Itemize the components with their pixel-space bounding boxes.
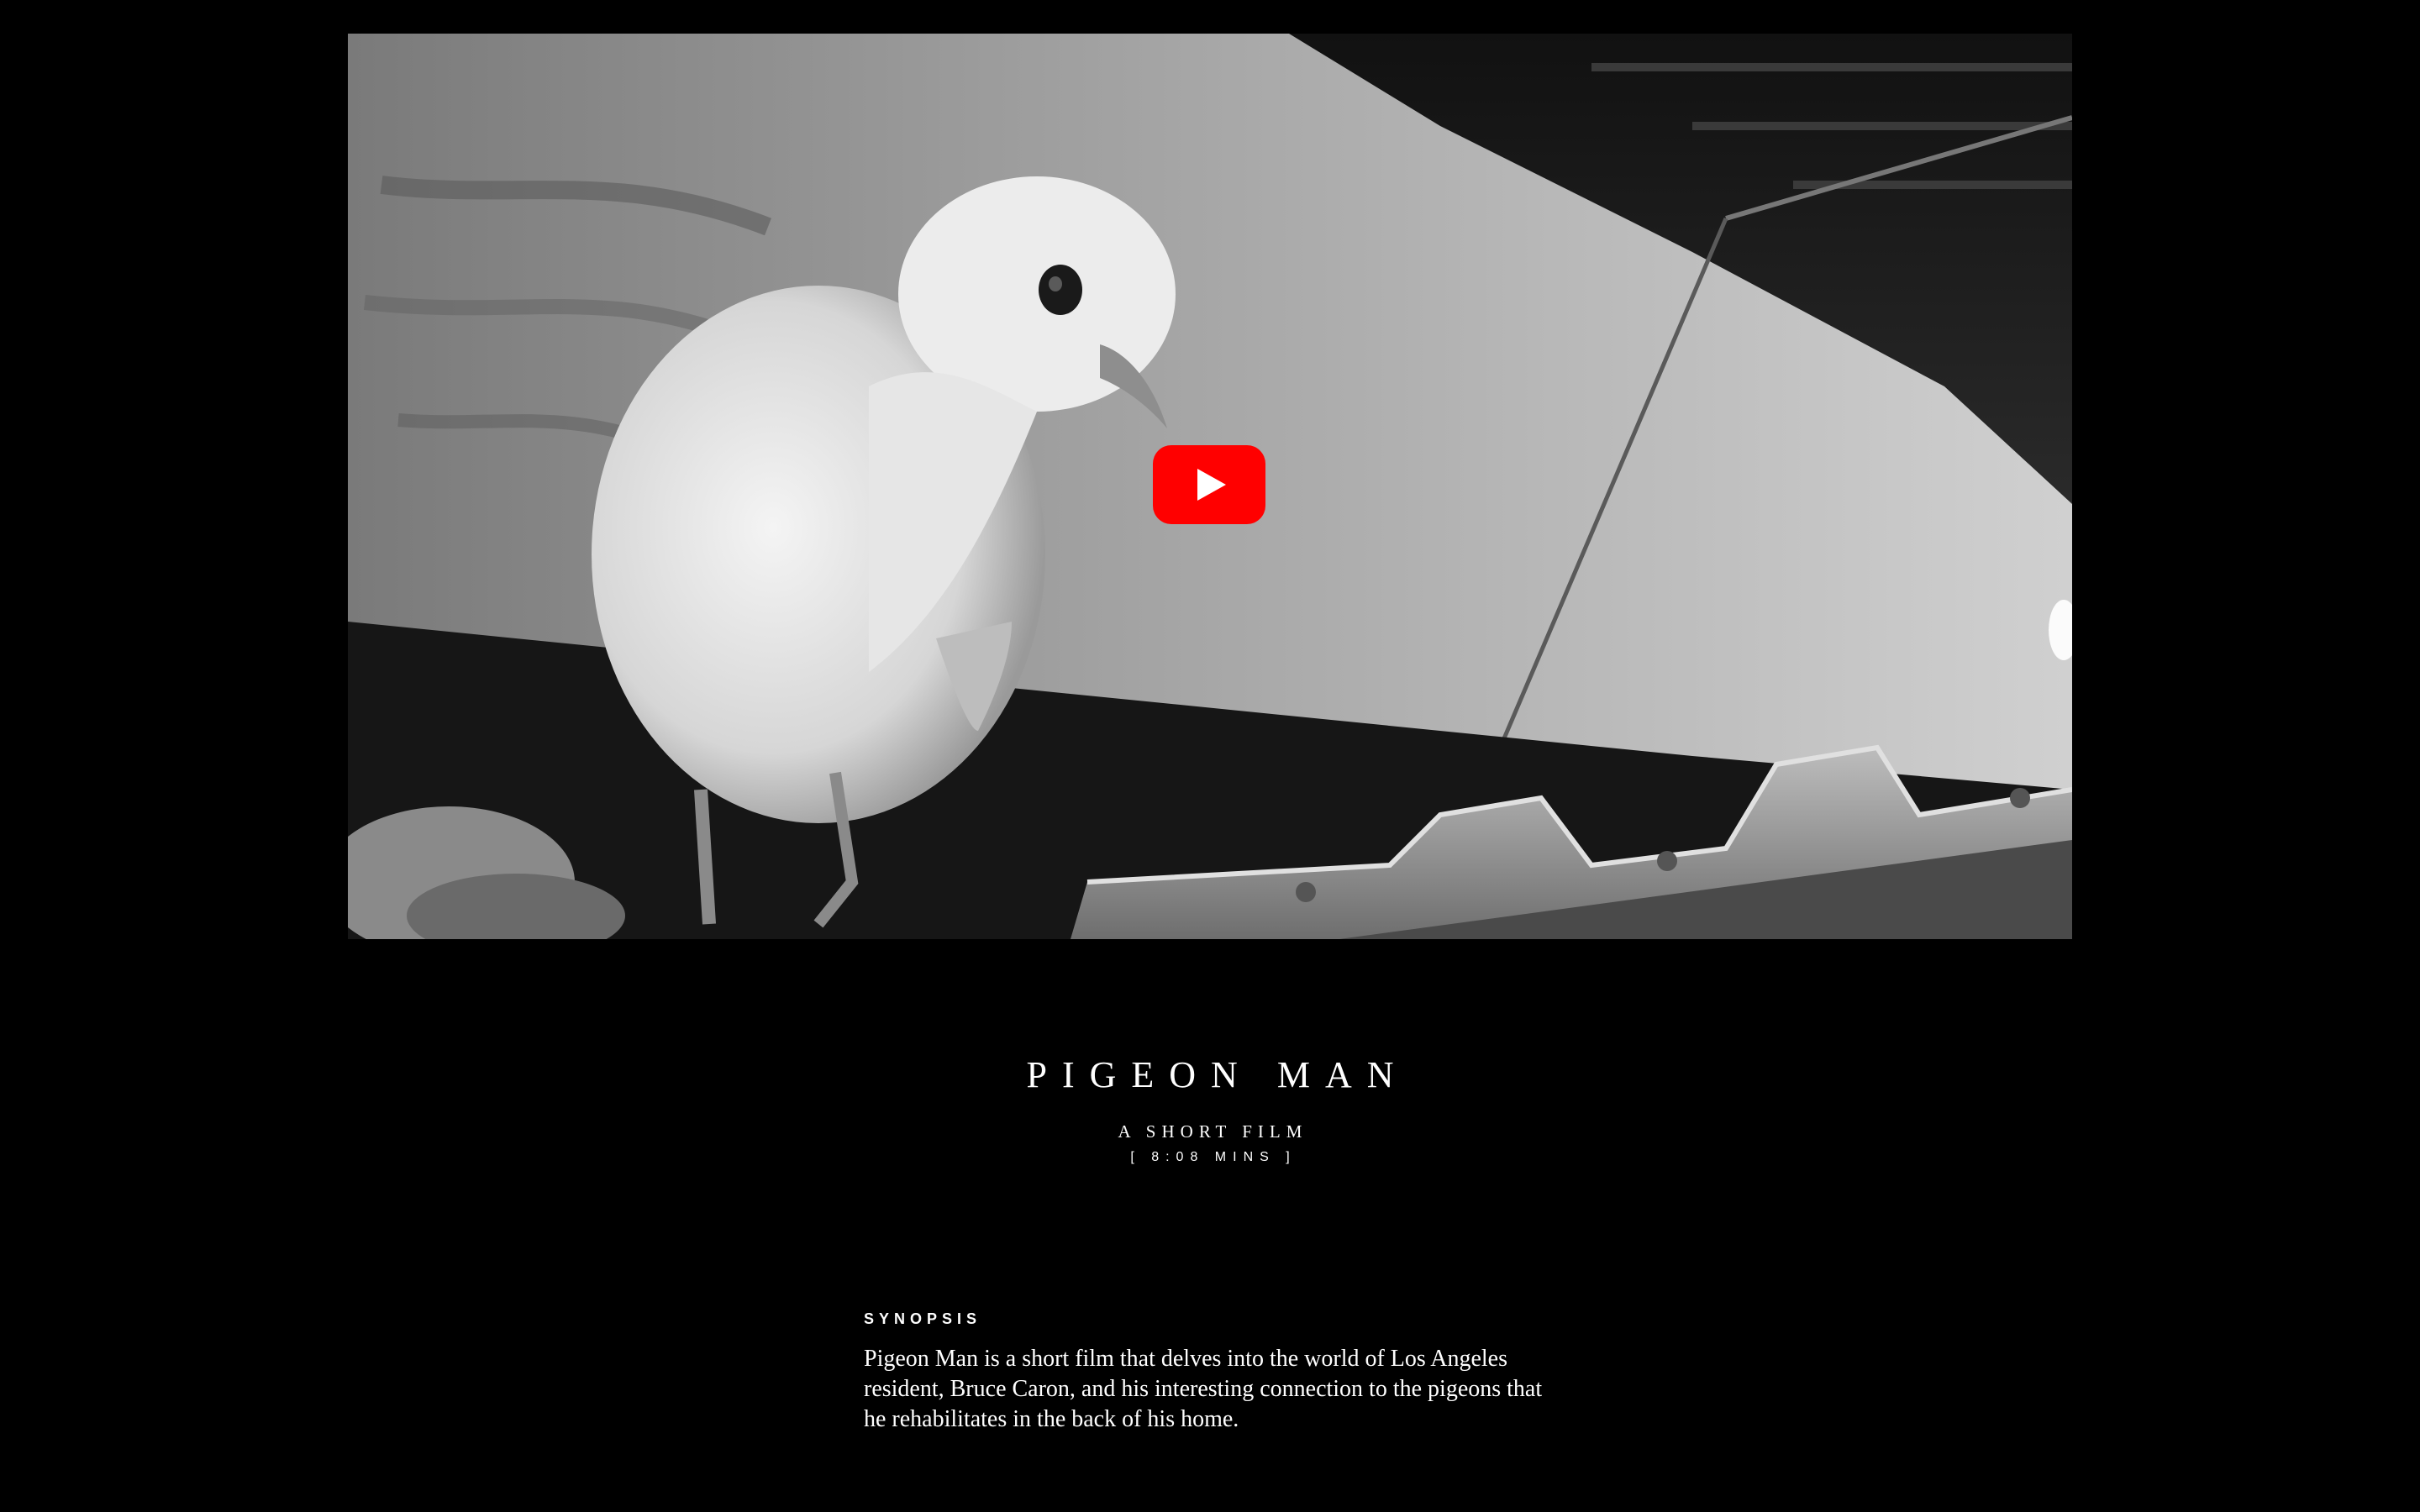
film-info: PIGEON MAN A SHORT FILM [ 8:08 MINS ] [0,1050,2420,1168]
film-title: PIGEON MAN [1026,1054,1409,1095]
synopsis-heading: SYNOPSIS [864,1310,982,1327]
film-duration: [ 8:08 MINS ] [1130,1150,1297,1164]
video-player[interactable] [348,34,2072,939]
youtube-play-icon [1153,445,1265,524]
synopsis-section: SYNOPSIS Pigeon Man is a short film that… [864,1307,1586,1435]
play-button[interactable] [1153,445,1265,524]
synopsis-body: Pigeon Man is a short film that delves i… [864,1346,1543,1432]
film-subtitle: A SHORT FILM [1118,1121,1308,1142]
